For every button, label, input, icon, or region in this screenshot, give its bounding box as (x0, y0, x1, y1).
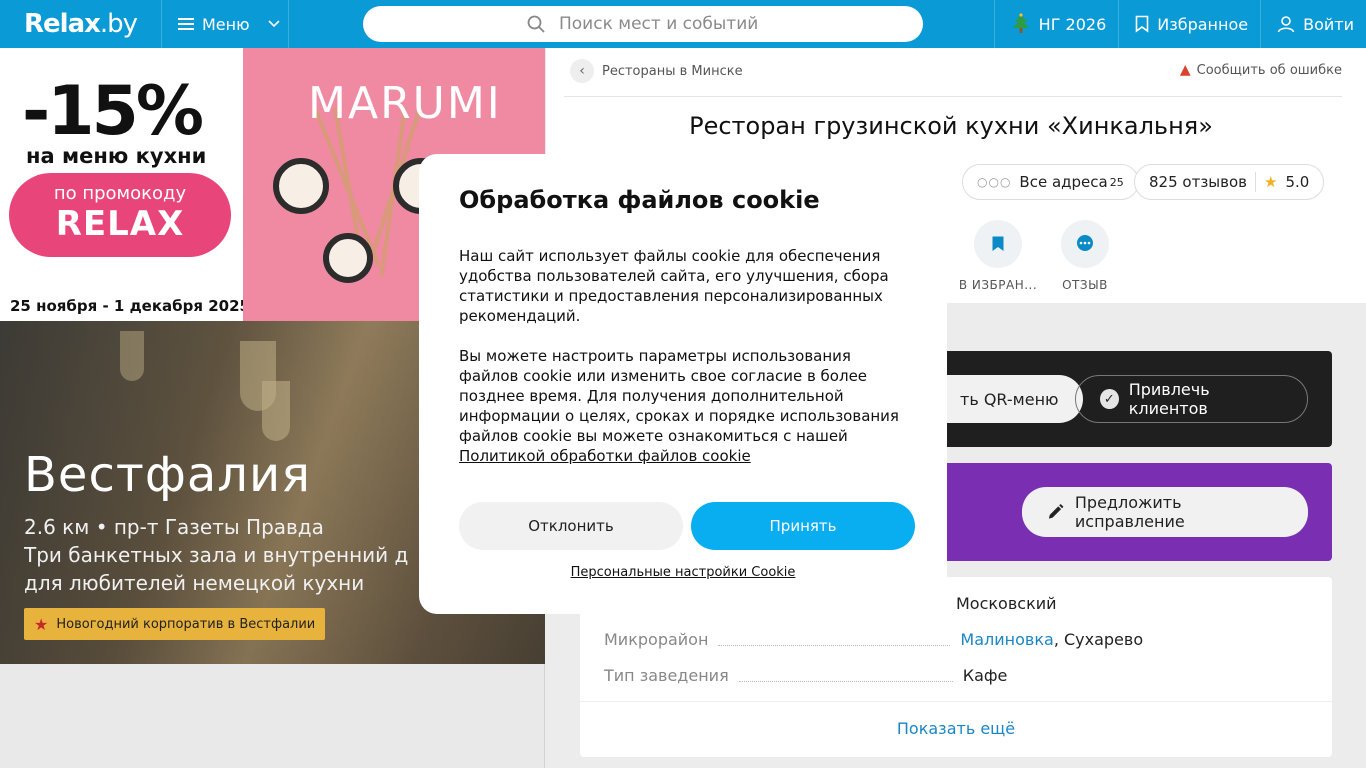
cookie-policy-link[interactable]: Политикой обработки файлов cookie (459, 447, 751, 465)
cookie-settings-link[interactable]: Персональные настройки Cookie (419, 565, 947, 580)
decline-button[interactable]: Отклонить (459, 502, 683, 550)
cookie-paragraph-1: Наш сайт использует файлы cookie для обе… (459, 247, 889, 325)
cookie-paragraph-2: Вы можете настроить параметры использова… (459, 346, 907, 466)
cookie-buttons: Отклонить Принять (459, 502, 915, 550)
cookie-modal-title: Обработка файлов cookie (459, 186, 820, 214)
cookie-modal: Обработка файлов cookie Наш сайт использ… (419, 154, 947, 614)
accept-button[interactable]: Принять (691, 502, 915, 550)
cookie-modal-text: Наш сайт использует файлы cookie для обе… (459, 246, 907, 466)
cookie-paragraph-2-text: Вы можете настроить параметры использова… (459, 347, 899, 445)
